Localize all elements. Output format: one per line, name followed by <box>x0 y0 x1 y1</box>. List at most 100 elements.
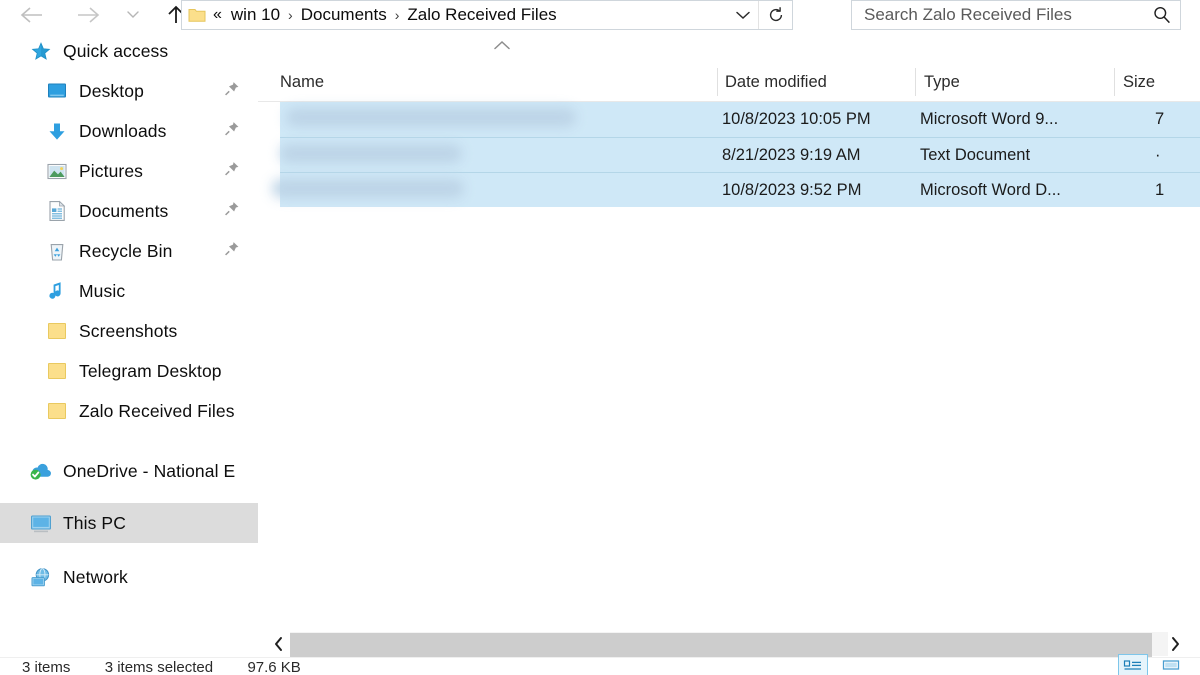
forward-button[interactable] <box>66 0 110 30</box>
sidebar-item-label: Documents <box>79 200 169 221</box>
sidebar-item-label: Desktop <box>79 80 144 101</box>
breadcrumb-separator[interactable]: › <box>392 7 403 23</box>
scrollbar-track[interactable] <box>290 632 1168 657</box>
horizontal-scrollbar[interactable] <box>258 631 1200 657</box>
sidebar-item-label: Downloads <box>79 120 167 141</box>
column-header-name[interactable]: Name <box>280 62 324 102</box>
sidebar-item-music[interactable]: Music <box>0 271 258 311</box>
sidebar-item-documents[interactable]: Documents <box>0 191 258 231</box>
search-input[interactable]: Search Zalo Received Files <box>852 5 1144 25</box>
sidebar-item-label: Screenshots <box>79 320 178 341</box>
status-item-count: 3 items <box>22 659 71 675</box>
large-icons-view-icon[interactable] <box>1156 654 1186 675</box>
folder-icon <box>44 319 70 343</box>
pictures-icon <box>44 159 70 183</box>
sidebar-item-screenshots[interactable]: Screenshots <box>0 311 258 351</box>
scroll-left-icon[interactable] <box>268 631 290 657</box>
breadcrumb-item-0[interactable]: win 10 <box>226 5 285 25</box>
file-date-modified: 8/21/2023 9:19 AM <box>722 145 861 164</box>
file-size: 7 <box>1155 110 1165 128</box>
navigation-pane[interactable]: Quick access Desktop Downloads Pictures … <box>0 31 258 631</box>
documents-icon <box>44 199 70 223</box>
file-date-modified: 10/8/2023 9:52 PM <box>722 180 862 199</box>
pin-icon[interactable] <box>224 161 240 182</box>
sidebar-item-label: Recycle Bin <box>79 240 173 261</box>
column-header-date-modified[interactable]: Date modified <box>725 62 827 102</box>
status-selection: 3 items selected <box>104 659 214 675</box>
file-date-modified: 10/8/2023 10:05 PM <box>722 110 871 128</box>
sidebar-item-zalo-received-files[interactable]: Zalo Received Files <box>0 391 258 431</box>
column-divider[interactable] <box>915 68 916 96</box>
sidebar-item-label: Telegram Desktop <box>79 360 222 381</box>
file-size: · <box>1155 145 1161 164</box>
search-icon[interactable] <box>1144 5 1180 25</box>
breadcrumb-item-1[interactable]: Documents <box>296 5 392 25</box>
details-view-icon[interactable] <box>1118 654 1148 675</box>
file-explorer-window: « win 10 › Documents › Zalo Received Fil… <box>0 0 1200 675</box>
breadcrumb-item-2[interactable]: Zalo Received Files <box>402 5 561 25</box>
breadcrumb: « win 10 › Documents › Zalo Received Fil… <box>206 5 728 25</box>
pin-icon[interactable] <box>224 121 240 142</box>
redacted-filename <box>286 108 576 127</box>
file-type: Microsoft Word D... <box>920 180 1061 199</box>
status-bar: 3 items 3 items selected 97.6 KB <box>0 654 1200 675</box>
navigation-toolbar: « win 10 › Documents › Zalo Received Fil… <box>0 0 1200 30</box>
file-list-pane[interactable]: Name Date modified Type Size 10/8/2023 1… <box>258 31 1200 631</box>
pin-icon[interactable] <box>224 241 240 262</box>
column-divider[interactable] <box>1114 68 1115 96</box>
folder-icon <box>188 8 206 23</box>
file-type: Text Document <box>920 145 1031 164</box>
sidebar-item-telegram-desktop[interactable]: Telegram Desktop <box>0 351 258 391</box>
pin-icon[interactable] <box>224 201 240 222</box>
table-row[interactable]: 8/21/2023 9:19 AM Text Document · <box>280 137 1200 172</box>
recent-locations-button[interactable] <box>118 0 148 30</box>
sidebar-item-label: Pictures <box>79 160 144 181</box>
status-text: 3 items 3 items selected 97.6 KB <box>22 659 301 675</box>
breadcrumb-overflow[interactable]: « <box>211 6 226 24</box>
search-box[interactable]: Search Zalo Received Files <box>851 0 1181 30</box>
address-bar[interactable]: « win 10 › Documents › Zalo Received Fil… <box>181 0 793 30</box>
sidebar-item-quick-access[interactable]: Quick access <box>0 31 258 71</box>
sidebar-item-label: Zalo Received Files <box>79 400 235 421</box>
view-mode-buttons[interactable] <box>1118 654 1186 675</box>
desktop-icon <box>44 79 70 103</box>
column-divider[interactable] <box>717 68 718 96</box>
pin-icon[interactable] <box>224 81 240 102</box>
redacted-filename <box>280 144 462 163</box>
star-icon <box>28 39 54 63</box>
sidebar-item-label: This PC <box>63 512 126 533</box>
sidebar-item-downloads[interactable]: Downloads <box>0 111 258 151</box>
sidebar-item-pictures[interactable]: Pictures <box>0 151 258 191</box>
download-icon <box>44 119 70 143</box>
chevron-down-icon[interactable] <box>728 10 758 21</box>
redacted-filename <box>272 179 464 198</box>
onedrive-icon <box>28 459 54 483</box>
back-button[interactable] <box>10 0 54 30</box>
sidebar-item-onedrive[interactable]: OneDrive - National E <box>0 451 258 491</box>
status-size: 97.6 KB <box>247 659 301 675</box>
folder-icon <box>44 359 70 383</box>
sidebar-item-desktop[interactable]: Desktop <box>0 71 258 111</box>
sidebar-item-label: Quick access <box>63 40 169 61</box>
folder-icon <box>44 399 70 423</box>
column-header-size[interactable]: Size <box>1123 62 1155 102</box>
refresh-icon[interactable] <box>758 1 792 29</box>
sidebar-item-recycle-bin[interactable]: Recycle Bin <box>0 231 258 271</box>
column-headers[interactable]: Name Date modified Type Size <box>258 62 1200 102</box>
breadcrumb-separator[interactable]: › <box>285 7 296 23</box>
sidebar-item-label: OneDrive - National E <box>63 460 236 481</box>
file-rows[interactable]: 10/8/2023 10:05 PM Microsoft Word 9... 7… <box>272 102 1200 207</box>
music-icon <box>44 279 70 303</box>
sidebar-item-label: Network <box>63 566 128 587</box>
column-header-type[interactable]: Type <box>924 62 960 102</box>
sidebar-item-label: Music <box>79 280 126 301</box>
table-row[interactable]: 10/8/2023 10:05 PM Microsoft Word 9... 7 <box>280 102 1200 137</box>
sidebar-item-this-pc[interactable]: This PC <box>0 503 258 543</box>
sidebar-item-network[interactable]: Network <box>0 557 258 597</box>
network-icon <box>28 565 54 589</box>
this-pc-icon <box>28 511 54 535</box>
table-row[interactable]: 10/8/2023 9:52 PM Microsoft Word D... 1 <box>272 172 1200 207</box>
scrollbar-thumb[interactable] <box>290 633 1152 657</box>
file-size: 1 <box>1155 180 1165 199</box>
sort-ascending-icon <box>492 39 512 57</box>
